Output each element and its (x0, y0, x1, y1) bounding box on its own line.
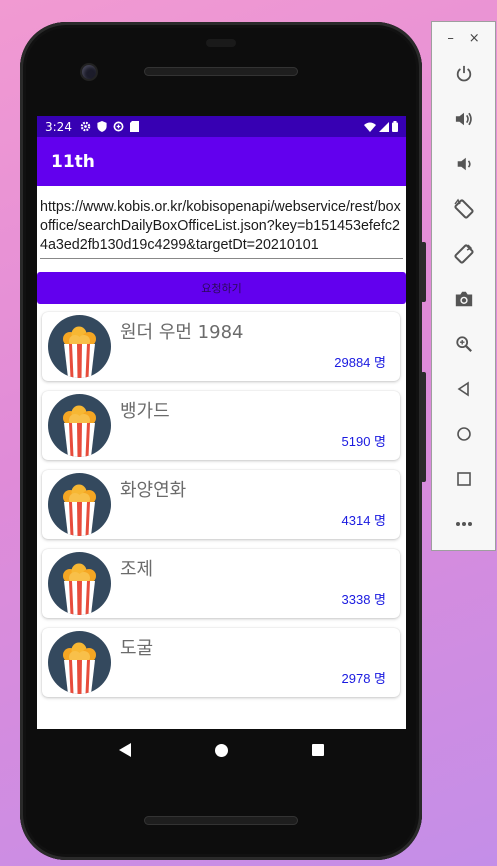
emulator-toolbar: – × (431, 21, 496, 551)
rotate-right-icon[interactable] (432, 238, 495, 270)
bottom-speaker (144, 816, 298, 825)
volume-up-icon[interactable] (432, 103, 495, 135)
movie-audience: 5190 명 (341, 434, 387, 449)
movie-title: 도굴 (120, 638, 154, 659)
movie-title: 조제 (120, 559, 154, 580)
volume-down-icon[interactable] (432, 148, 495, 180)
nav-back-icon[interactable] (119, 743, 131, 757)
android-nav-bar (37, 729, 406, 771)
home-icon[interactable] (432, 418, 495, 450)
movie-card[interactable]: 조제 3338 명 (42, 549, 400, 618)
device-screen: 3:24 11th https://www.kobis.or.kr/kobiso… (37, 116, 406, 729)
phone-top-notch (206, 39, 236, 47)
earpiece-speaker (144, 67, 298, 76)
camera-icon[interactable] (432, 283, 495, 315)
shield-icon (97, 121, 107, 132)
back-icon[interactable] (432, 373, 495, 405)
battery-icon (392, 121, 398, 132)
power-icon[interactable] (432, 58, 495, 90)
signal-icon (379, 121, 389, 132)
movie-audience: 4314 명 (341, 513, 387, 528)
movie-audience: 29884 명 (334, 355, 386, 370)
url-input[interactable]: https://www.kobis.or.kr/kobisopenapi/web… (40, 198, 402, 255)
zoom-icon[interactable] (432, 328, 495, 360)
sd-card-icon (129, 121, 139, 132)
movie-card[interactable]: 도굴 2978 명 (42, 628, 400, 697)
popcorn-icon (48, 394, 111, 457)
popcorn-icon (48, 552, 111, 615)
front-camera (82, 65, 96, 79)
app-bar: 11th (37, 137, 406, 186)
popcorn-icon (48, 473, 111, 536)
movie-audience: 2978 명 (341, 671, 387, 686)
url-input-underline (40, 258, 403, 259)
rotate-left-icon[interactable] (432, 193, 495, 225)
data-saver-icon (113, 121, 124, 132)
overview-icon[interactable] (432, 463, 495, 495)
phone-power-button (421, 242, 426, 302)
request-button-label: 요청하기 (201, 282, 242, 295)
popcorn-icon (48, 631, 111, 694)
movie-card[interactable]: 뱅가드 5190 명 (42, 391, 400, 460)
settings-icon (80, 121, 91, 132)
nav-recents-icon[interactable] (312, 744, 324, 756)
toolbar-window-controls: – × (432, 22, 495, 54)
more-icon[interactable] (432, 508, 495, 540)
close-icon[interactable]: × (469, 31, 480, 46)
status-time: 3:24 (45, 119, 72, 134)
status-bar: 3:24 (37, 116, 406, 137)
movie-title: 화양연화 (120, 480, 187, 501)
request-button[interactable]: 요청하기 (37, 272, 406, 304)
popcorn-icon (48, 315, 111, 378)
movie-audience: 3338 명 (341, 592, 387, 607)
movie-card[interactable]: 원더 우먼 1984 29884 명 (42, 312, 400, 381)
movie-list: 원더 우먼 1984 29884 명 뱅가드 5190 명 화양연화 4314 … (37, 312, 406, 697)
phone-volume-button (421, 372, 426, 482)
nav-home-icon[interactable] (215, 743, 228, 757)
wifi-icon (364, 122, 376, 132)
minimize-icon[interactable]: – (447, 31, 454, 46)
movie-card[interactable]: 화양연화 4314 명 (42, 470, 400, 539)
movie-title: 뱅가드 (120, 401, 170, 422)
app-title: 11th (51, 151, 95, 172)
movie-title: 원더 우먼 1984 (120, 322, 244, 343)
